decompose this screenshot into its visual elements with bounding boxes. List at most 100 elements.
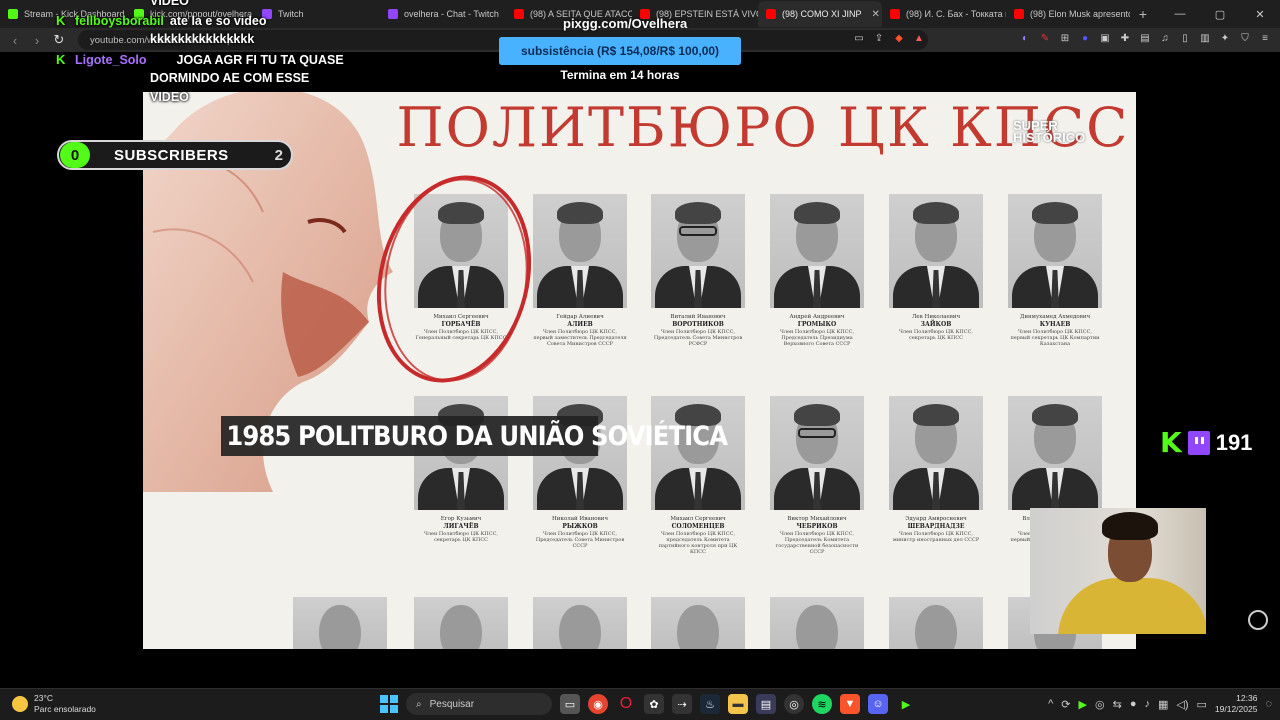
extension-icon[interactable]: ▣ (1098, 31, 1112, 45)
member-role: Член Политбюро ЦК КПСС, Председатель Пре… (779, 329, 855, 347)
browser-tab[interactable]: (98) Elon Musk apresento (1006, 1, 1130, 27)
partial-portrait (889, 597, 983, 649)
browser-tab[interactable]: Twitch (254, 1, 380, 27)
vpn-icon[interactable]: ⛉ (1238, 31, 1252, 45)
browser-tab[interactable]: (98) И. С. Бах - Токката и (882, 1, 1006, 27)
chevron-up-icon[interactable]: ^ (1048, 698, 1053, 710)
member-surname: ЗАЙКОВ (920, 321, 952, 328)
share-icon[interactable]: ⇪ (872, 31, 886, 45)
chat-username: fellboysborabil (75, 14, 164, 28)
member-surname: КУНАЕВ (1039, 321, 1071, 328)
member-portrait: Эдуард Амвросиевич ШЕВАРДНАДЗЕ Член Политб… (889, 396, 983, 543)
tray-app-icon[interactable]: ▶ (1079, 698, 1087, 711)
taskbar-search[interactable]: ⌕ Pesquisar (406, 693, 552, 715)
brave-icon[interactable]: ▼ (840, 694, 860, 714)
extension-icon[interactable]: ● (1078, 31, 1092, 45)
notification-icon[interactable]: ◌ (1265, 698, 1272, 710)
weather-widget[interactable]: 23°C Parc ensolarado (12, 693, 96, 715)
maximize-button[interactable]: ▢ (1200, 0, 1240, 28)
extension-icons: ▭ ⇪ ◆ ▲ ◐ ✎ ⊞ ● ▣ ✚ ▤ ♫ ▯ ▥ ✦ ⛉ ≡ (852, 31, 1272, 45)
media-control-icon[interactable]: ♫ (1158, 31, 1172, 45)
member-surname: СОЛОМЕНЦЕВ (671, 523, 725, 530)
globe-icon[interactable] (1248, 610, 1268, 630)
kick-app-icon[interactable]: ▶ (896, 694, 916, 714)
chat-message: K Ligote_Solo JOGA AGR FI TU TA QUASE (56, 52, 344, 67)
volume-icon[interactable]: ◁) (1176, 698, 1188, 711)
chat-message: kkkkkkkkkkkkkkk (150, 32, 254, 46)
member-photo (533, 194, 627, 308)
back-button[interactable]: ‹ (4, 29, 26, 51)
donation-goal-bar: subsistência (R$ 154,08/R$ 100,00) (499, 37, 741, 65)
member-portrait: Гейдар Алиевич АЛИЕВ Член Политбюро ЦК КПС… (533, 194, 627, 347)
tray-app-icon[interactable]: ⟳ (1061, 698, 1070, 711)
app-icon[interactable]: ▤ (756, 694, 776, 714)
screen: Stream - Kick Dashboard kick.com/popout/o… (0, 0, 1280, 720)
browser-tab[interactable]: ovelhera - Chat - Twitch (380, 1, 506, 27)
kick-badge-icon: K (56, 52, 69, 67)
brave-rewards-icon[interactable]: ▲ (912, 31, 926, 45)
member-photo (1008, 396, 1102, 510)
donation-site-label: pixgg.com/Ovelhera (563, 16, 688, 31)
discord-icon[interactable]: ☺ (868, 694, 888, 714)
tray-app-icon[interactable]: ⇆ (1113, 698, 1122, 711)
photo-head (796, 605, 838, 649)
tray-app-icon[interactable]: ● (1130, 698, 1137, 710)
member-role: Член Политбюро ЦК КПСС, Председатель Сов… (653, 329, 743, 347)
leo-icon[interactable]: ✦ (1218, 31, 1232, 45)
member-surname: ВОРОТНИКОВ (672, 321, 724, 328)
puzzle-icon[interactable]: ✚ (1118, 31, 1132, 45)
tab-label: (98) COMO XI JINP (782, 9, 862, 19)
search-icon: ⌕ (416, 698, 422, 710)
chrome-icon[interactable]: ◉ (588, 694, 608, 714)
spotify-icon[interactable]: ≋ (812, 694, 832, 714)
task-view-icon[interactable]: ▭ (560, 694, 580, 714)
kick-badge-icon: K (56, 13, 69, 28)
wallet-icon[interactable]: ▥ (1198, 31, 1212, 45)
member-photo (651, 396, 745, 510)
battery-icon[interactable]: ▭ (1197, 698, 1207, 711)
obs-icon[interactable]: ◎ (784, 694, 804, 714)
extension-icon[interactable]: ✎ (1038, 31, 1052, 45)
brave-shield-icon[interactable]: ◆ (892, 31, 906, 45)
file-explorer-icon[interactable]: ▬ (728, 694, 748, 714)
tray-app-icon[interactable]: ◎ (1095, 698, 1105, 711)
tab-close-icon[interactable]: ✕ (872, 9, 880, 20)
screen-cast-icon[interactable]: ▭ (852, 31, 866, 45)
browser-tab[interactable]: (98) COMO XI JINP ✕ (758, 1, 882, 27)
sidebar-icon[interactable]: ▯ (1178, 31, 1192, 45)
extension-icon[interactable]: ⊞ (1058, 31, 1072, 45)
taskbar-apps: ⌕ Pesquisar ▭ ◉ O ✿ ⇢ ♨ ▬ ▤ ◎ ≋ ▼ ☺ ▶ (380, 693, 916, 715)
extension-icon[interactable]: ◐ (1018, 31, 1032, 45)
system-clock[interactable]: 12:36 19/12/2025 (1215, 693, 1258, 715)
windows-start-icon[interactable] (380, 695, 398, 713)
tab-favicon-icon (766, 9, 776, 19)
close-window-button[interactable]: ✕ (1240, 0, 1280, 28)
member-role: Член Политбюро ЦК КПСС, первый заместите… (533, 329, 627, 347)
member-surname: АЛИЕВ (567, 321, 593, 328)
member-surname: ЧЕБРИКОВ (796, 523, 838, 530)
member-photo (889, 396, 983, 510)
microphone-icon[interactable]: ♪ (1144, 698, 1150, 710)
app-icon[interactable]: ✿ (644, 694, 664, 714)
tab-label: Twitch (278, 9, 304, 19)
opera-icon[interactable]: O (616, 694, 636, 714)
minimize-button[interactable]: — (1160, 0, 1200, 28)
clock-date: 19/12/2025 (1214, 704, 1258, 714)
member-portrait: Лев Николаевич ЗАЙКОВ Член Политбюро ЦК КП… (889, 194, 983, 341)
network-icon[interactable]: ▦ (1158, 698, 1168, 711)
webcam-hair (1102, 512, 1158, 540)
steam-icon[interactable]: ♨ (700, 694, 720, 714)
goal-end-time: Termina em 14 horas (560, 68, 680, 82)
menu-icon[interactable]: ≡ (1258, 31, 1272, 45)
reload-icon[interactable]: ↻ (48, 29, 70, 51)
forward-button[interactable]: › (26, 29, 48, 51)
chat-text: VIDEO (150, 0, 189, 8)
video-frame[interactable]: ПОЛИТБЮРО ЦК КПСС SUPER HISTÓRICO Михаил… (143, 92, 1136, 649)
extension-icon[interactable]: ▤ (1138, 31, 1152, 45)
new-tab-button[interactable]: + (1130, 1, 1156, 27)
member-name: Гейдар Алиевич (556, 314, 604, 320)
member-name: Динмухамед Ахмедович (1019, 314, 1091, 320)
app-icon[interactable]: ⇢ (672, 694, 692, 714)
kick-logo-icon: K (1160, 426, 1182, 459)
member-photo (1008, 194, 1102, 308)
